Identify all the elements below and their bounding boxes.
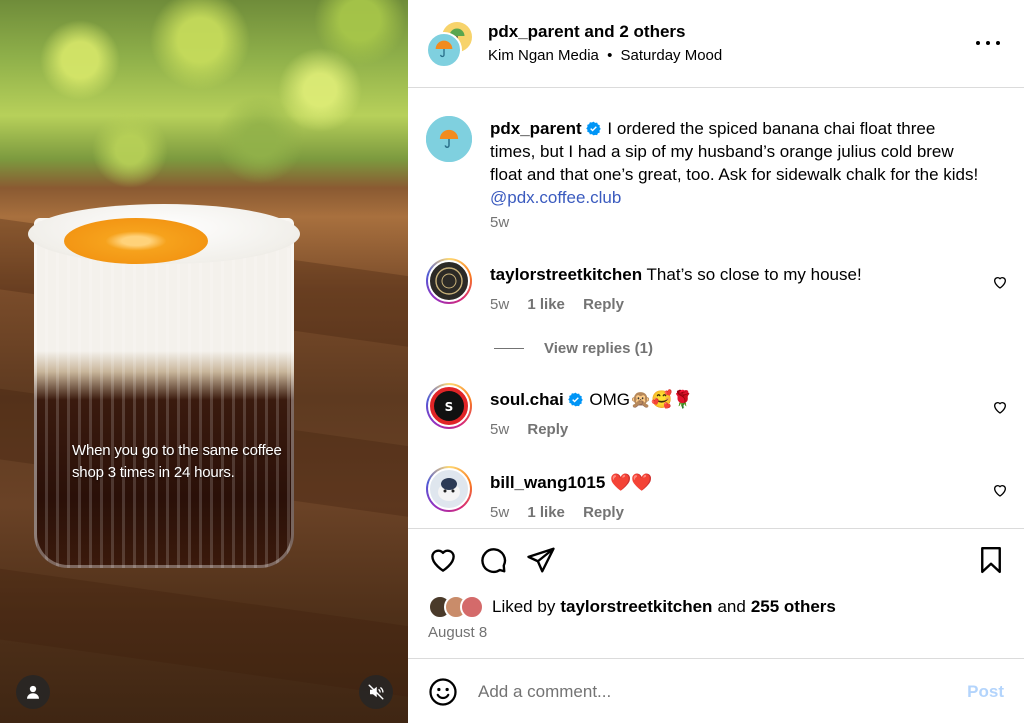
verified-badge-icon (585, 121, 601, 136)
header-title: pdx_parent and 2 others (488, 22, 686, 41)
background-foliage (0, 0, 408, 200)
comment-text: ❤️❤️ (610, 473, 653, 492)
caption-meta: 5w (490, 214, 523, 231)
share-paper-plane-icon[interactable] (526, 545, 556, 575)
like-heart-icon[interactable] (428, 545, 458, 575)
save-bookmark-icon[interactable] (976, 545, 1006, 575)
author-link[interactable]: pdx_parent (488, 22, 580, 41)
umbrella-icon (439, 129, 459, 148)
add-comment-bar: Post (408, 658, 1024, 723)
comment-input[interactable] (478, 679, 938, 705)
table-plank (0, 564, 408, 706)
tagged-user-button[interactable] (16, 675, 50, 709)
soul-logo-icon: S (434, 391, 464, 421)
reply-button[interactable]: Reply (583, 504, 624, 521)
avatar[interactable] (426, 32, 462, 68)
comment-meta: 5w 1 like Reply (490, 296, 638, 313)
caption-timestamp[interactable]: 5w (490, 214, 509, 231)
commenter-avatar[interactable]: S (426, 383, 472, 429)
post-header: pdx_parent and 2 others Kim Ngan Media •… (408, 0, 1024, 88)
post-button[interactable]: Post (967, 682, 1004, 702)
divider (494, 348, 524, 349)
post-date[interactable]: August 8 (428, 624, 487, 641)
person-icon (27, 685, 39, 699)
author-avatar[interactable] (426, 116, 472, 162)
comment-timestamp[interactable]: 5w (490, 421, 509, 438)
more-options-icon[interactable] (976, 33, 1000, 53)
media-caption: When you go to the same coffee shop 3 ti… (72, 442, 282, 481)
others-link[interactable]: 2 others (619, 22, 685, 41)
post-details-panel: pdx_parent and 2 others Kim Ngan Media •… (408, 0, 1024, 723)
coffee-glass (28, 188, 300, 574)
comment-likes[interactable]: 1 like (527, 296, 565, 313)
dog-avatar-icon (438, 478, 460, 501)
likes-count-link[interactable]: 255 others (751, 597, 836, 617)
post-caption: pdx_parent I ordered the spiced banana c… (490, 117, 980, 209)
liker-avatars[interactable] (428, 595, 484, 619)
comment-username[interactable]: soul.chai (490, 390, 564, 409)
audio-link[interactable]: Saturday Mood (621, 47, 723, 64)
comment-bubble-icon[interactable] (478, 545, 508, 575)
comment-timestamp[interactable]: 5w (490, 504, 509, 521)
muted-speaker-icon (368, 684, 384, 700)
comment-meta: 5w 1 like Reply (490, 504, 638, 521)
comment: taylorstreetkitchen That’s so close to m… (490, 263, 980, 286)
comment: bill_wang1015 ❤️❤️ (490, 471, 980, 494)
comment-likes[interactable]: 1 like (527, 504, 565, 521)
commenter-avatar[interactable] (426, 258, 472, 304)
emoji-icon[interactable] (428, 677, 458, 707)
umbrella-icon (435, 40, 453, 57)
reply-button[interactable]: Reply (583, 296, 624, 313)
comment-text: That’s so close to my house! (646, 265, 862, 284)
caption-username[interactable]: pdx_parent (490, 119, 582, 138)
svg-text:S: S (445, 400, 454, 414)
mention-link[interactable]: @pdx.coffee.club (490, 188, 621, 207)
post-media[interactable]: When you go to the same coffee shop 3 ti… (0, 0, 408, 723)
orange-slice (64, 218, 208, 264)
header-subtitle: Kim Ngan Media • Saturday Mood (488, 47, 723, 64)
comment-username[interactable]: bill_wang1015 (490, 473, 605, 492)
reply-button[interactable]: Reply (527, 421, 568, 438)
mute-button[interactable] (359, 675, 393, 709)
avatar[interactable] (460, 595, 484, 619)
verified-badge-icon (567, 392, 583, 407)
comment-text: OMG🙊🥰🌹 (589, 390, 694, 409)
like-comment-heart-icon[interactable] (992, 399, 1008, 415)
like-comment-heart-icon[interactable] (992, 482, 1008, 498)
likes-summary: Liked by taylorstreetkitchen and 255 oth… (428, 595, 836, 619)
comment: soul.chai OMG🙊🥰🌹 (490, 388, 980, 411)
comment-meta: 5w Reply (490, 421, 582, 438)
view-replies-button[interactable]: View replies (1) (494, 340, 653, 357)
comments-list: pdx_parent I ordered the spiced banana c… (408, 88, 1024, 528)
restaurant-logo-icon (435, 267, 463, 295)
like-comment-heart-icon[interactable] (992, 274, 1008, 290)
commenter-avatar[interactable] (426, 466, 472, 512)
comment-timestamp[interactable]: 5w (490, 296, 509, 313)
collaborator-avatars[interactable] (426, 20, 474, 68)
comment-username[interactable]: taylorstreetkitchen (490, 265, 642, 284)
liker-username-link[interactable]: taylorstreetkitchen (560, 597, 712, 617)
post-actions: Liked by taylorstreetkitchen and 255 oth… (408, 528, 1024, 658)
collaborator-link[interactable]: Kim Ngan Media (488, 47, 599, 64)
